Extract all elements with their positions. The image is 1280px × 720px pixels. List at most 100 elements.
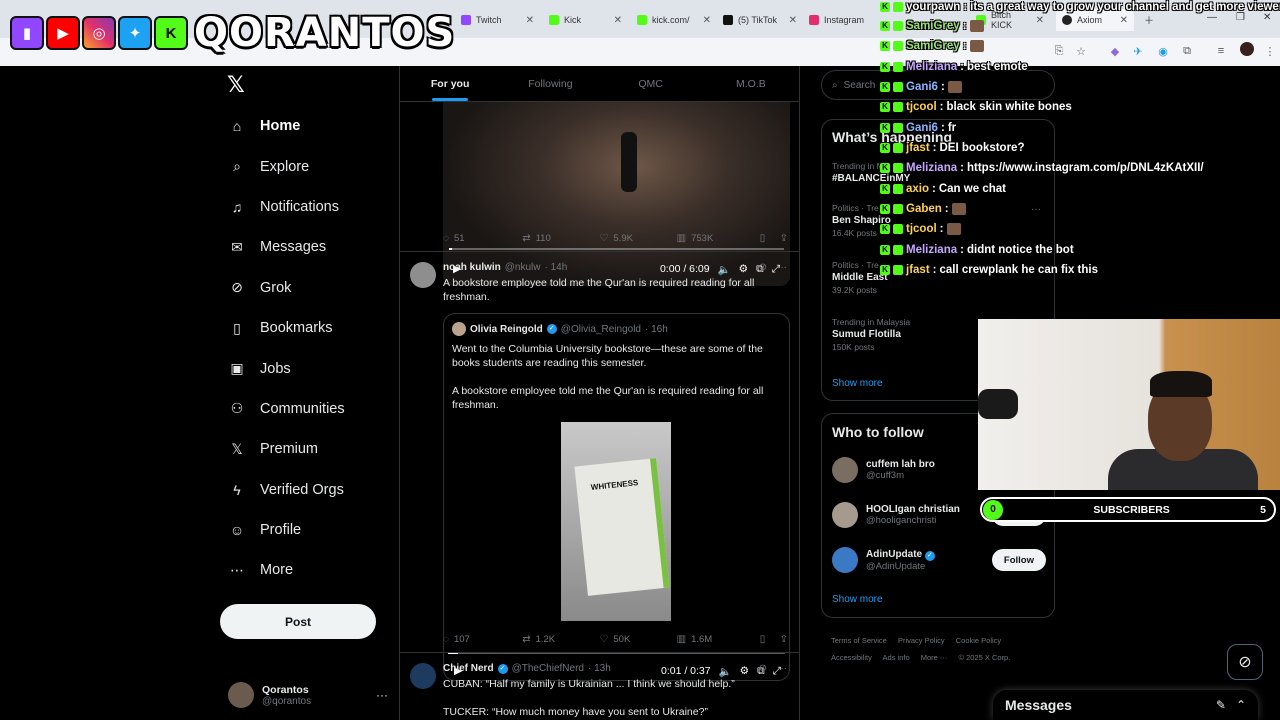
nav-item-grok[interactable]: ⊘ Grok (226, 268, 396, 308)
tweet-time[interactable]: · 14h (545, 262, 568, 273)
trend-count: 39.2K posts (832, 285, 877, 295)
reply-button[interactable]: ◌ 51 (443, 233, 522, 244)
nav-item-bookmarks[interactable]: ▯ Bookmarks (226, 308, 396, 348)
show-more-link[interactable]: Show more (832, 594, 883, 605)
follow-button[interactable]: Follow (991, 549, 1046, 571)
close-tab-icon[interactable]: ✕ (1120, 15, 1128, 26)
footer-link[interactable]: Accessibility (831, 653, 872, 662)
tab-qmc[interactable]: QMC (601, 66, 701, 101)
extensions-puzzle-icon[interactable]: ⧉ (1179, 43, 1195, 59)
like-button[interactable]: ♡ 50K (599, 634, 676, 645)
more-dots-icon[interactable]: ··· (777, 262, 787, 273)
author-name[interactable]: Chief Nerd (443, 663, 494, 674)
footer-link[interactable]: Cookie Policy (956, 636, 1001, 645)
settings-gear-icon[interactable]: ⚙ (740, 665, 749, 677)
nav-item-premium[interactable]: 𝕏 Premium (226, 429, 396, 469)
avatar (832, 457, 858, 483)
tab-mob[interactable]: M.O.B (701, 66, 799, 101)
tweet-actions: ◌ 107 ⇄ 1.2K ♡ 50K ▥ 1.6M ▯ ⇪ (443, 631, 788, 647)
video-player[interactable]: ▶ 0:00 / 6:09 🔈 ⚙ ⧉ ⤢ (443, 102, 790, 286)
close-tab-icon[interactable]: ✕ (614, 15, 622, 26)
footer-link[interactable]: More ··· (921, 653, 948, 662)
footer-link[interactable]: Privacy Policy (898, 636, 945, 645)
more-dots-icon[interactable]: ··· (777, 663, 787, 674)
nav-item-verified-orgs[interactable]: ϟ Verified Orgs (226, 470, 396, 510)
repost-button[interactable]: ⇄ 110 (522, 233, 599, 244)
settings-gear-icon[interactable]: ⚙ (739, 263, 748, 275)
quote-time: · 16h (645, 323, 668, 335)
avatar[interactable] (410, 663, 436, 689)
close-tab-icon[interactable]: ✕ (1036, 15, 1044, 26)
volume-icon[interactable]: 🔈 (719, 665, 732, 678)
messages-drawer[interactable]: Messages ✎ ⌃ (993, 690, 1258, 720)
like-button[interactable]: ♡ 5.9K (599, 233, 676, 244)
grok-explain-icon[interactable]: ⊘ (759, 262, 767, 273)
quoted-tweet[interactable]: Olivia Reingold ✓ @Olivia_Reingold · 16h… (443, 313, 790, 681)
share-button[interactable]: ⇪ (780, 634, 788, 645)
post-button[interactable]: Post (220, 604, 376, 639)
trend-item[interactable]: Trending in Malaysia Sumud Flotilla 150K… (832, 317, 910, 352)
nav-item-messages[interactable]: ✉ Messages (226, 227, 396, 267)
avatar (452, 322, 466, 336)
author-name[interactable]: noah kulwin (443, 262, 501, 273)
tab-kick-dashboard[interactable]: kick.com/ ✕ (631, 9, 717, 31)
compose-message-icon[interactable]: ✎ (1216, 698, 1226, 712)
x-logo-icon[interactable]: 𝕏 (227, 72, 245, 98)
follow-suggestion[interactable]: AdinUpdate ✓ @AdinUpdate Follow (832, 543, 1046, 577)
close-tab-icon[interactable]: ✕ (703, 15, 711, 26)
tab-kick[interactable]: Kick ✕ (543, 9, 628, 31)
extension-icon[interactable]: ◉ (1155, 43, 1171, 59)
bookmark-button[interactable]: ▯ (760, 233, 780, 244)
footer-link[interactable]: Terms of Service (831, 636, 887, 645)
grok-button[interactable]: ⊘ (1227, 644, 1263, 680)
nav-item-jobs[interactable]: ▣ Jobs (226, 348, 396, 388)
author-handle[interactable]: @TheChiefNerd (512, 663, 584, 674)
avatar[interactable] (410, 262, 436, 288)
bookmark-button[interactable]: ▯ (760, 634, 780, 645)
share-button[interactable]: ⇪ (780, 233, 788, 244)
nav-item-home[interactable]: ⌂ Home (226, 106, 396, 146)
tab-tiktok[interactable]: (5) TikTok ✕ (717, 9, 803, 31)
install-app-icon[interactable]: ⎘ (1051, 43, 1067, 59)
expand-chevrons-icon[interactable]: ⌃ (1236, 698, 1246, 712)
tab-instagram[interactable]: Instagram (803, 9, 883, 31)
suggestion-name: AdinUpdate ✓ (866, 549, 935, 561)
suggestion-name: HOOLIgan christian (866, 504, 960, 515)
show-more-link[interactable]: Show more (832, 378, 883, 389)
nav-item-explore[interactable]: ⌕ Explore (226, 146, 396, 186)
tab-for-you[interactable]: For you (400, 66, 500, 101)
bookmark-star-icon[interactable]: ☆ (1073, 43, 1089, 59)
repost-button[interactable]: ⇄ 1.2K (522, 634, 599, 645)
video-progress-bar[interactable] (449, 248, 784, 250)
browser-menu-icon[interactable]: ⋮ (1262, 43, 1278, 59)
grok-explain-icon[interactable]: ⊘ (759, 663, 767, 674)
tab-following[interactable]: Following (500, 66, 600, 101)
chat-text: Can we chat (938, 183, 1006, 195)
kick-badge-icon: K (880, 224, 890, 234)
nav-item-communities[interactable]: ⚇ Communities (226, 389, 396, 429)
views-button[interactable]: ▥ 1.6M (677, 634, 760, 645)
tweet-time[interactable]: · 13h (588, 663, 611, 674)
nav-item-more[interactable]: ⋯ More (226, 550, 396, 590)
browser-profile-avatar[interactable] (1240, 42, 1254, 56)
author-handle[interactable]: @nkulw (505, 262, 541, 273)
media-control-icon[interactable]: ≡ (1213, 43, 1229, 59)
view-count: 753K (691, 232, 714, 244)
volume-icon[interactable]: 🔈 (718, 263, 731, 276)
extension-icon[interactable]: ◆ (1107, 43, 1123, 59)
nav-item-notifications[interactable]: ♫ Notifications (226, 187, 396, 227)
tab-twitch[interactable]: Twitch ✕ (455, 9, 540, 31)
reply-button[interactable]: ◌ 107 (443, 634, 522, 645)
footer-link[interactable]: Ads info (883, 653, 910, 662)
close-tab-icon[interactable]: ✕ (789, 15, 797, 26)
verified-badge-icon: ✓ (924, 550, 935, 561)
account-switcher[interactable]: Qorantos @qorantos ··· (228, 680, 388, 710)
home-icon: ⌂ (232, 118, 242, 135)
chat-username: Gani6 (906, 81, 938, 93)
extension-icon[interactable]: ✈ (1130, 43, 1146, 59)
more-dots-icon[interactable]: ··· (1031, 204, 1041, 215)
close-tab-icon[interactable]: ✕ (526, 15, 534, 26)
nav-item-profile[interactable]: ☺ Profile (226, 510, 396, 550)
copyright: © 2025 X Corp. (958, 653, 1011, 662)
views-button[interactable]: ▥ 753K (677, 233, 760, 244)
